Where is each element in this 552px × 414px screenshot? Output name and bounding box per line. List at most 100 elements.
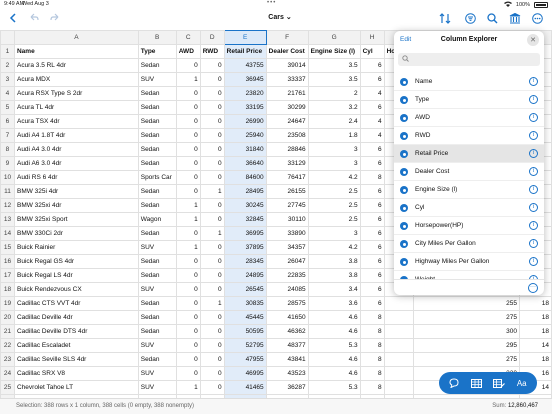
cell-engine-size[interactable]: 3.8 <box>307 268 361 283</box>
cell-type[interactable]: Sedan <box>137 310 177 325</box>
cell-dealer-cost[interactable]: 36287 <box>265 380 309 395</box>
visibility-eye-icon[interactable] <box>400 204 408 212</box>
cell-blank[interactable] <box>383 310 415 325</box>
cell-cyl[interactable]: 4 <box>359 128 385 143</box>
cell-cyl[interactable]: 6 <box>359 296 385 311</box>
column-explorer-item[interactable]: Cyl i <box>394 199 544 217</box>
cell-retail-price[interactable]: 46995 <box>223 366 267 381</box>
cell-blank[interactable] <box>383 352 415 367</box>
cell-dealer-cost[interactable]: 28575 <box>265 296 309 311</box>
cell-awd[interactable]: 1 <box>175 380 201 395</box>
cell-retail-price[interactable]: 41465 <box>223 380 267 395</box>
column-letter[interactable]: A <box>13 30 139 45</box>
info-icon[interactable]: i <box>529 95 538 104</box>
cell-name[interactable]: Acura RSX Type S 2dr <box>13 86 139 101</box>
column-search-input[interactable] <box>412 54 532 65</box>
cell-retail-price[interactable]: 50595 <box>223 324 267 339</box>
cell-horsepower[interactable]: 275 <box>413 352 521 367</box>
cell-awd[interactable]: 0 <box>175 254 201 269</box>
cell-name[interactable]: Acura MDX <box>13 72 139 87</box>
cell-name[interactable]: Chevrolet Tahoe LT <box>13 380 139 395</box>
cell-engine-size[interactable]: 1.8 <box>307 128 361 143</box>
cell-type[interactable]: SUV <box>137 380 177 395</box>
cell-dealer-cost[interactable]: 23508 <box>265 128 309 143</box>
cell-awd[interactable]: 1 <box>175 212 201 227</box>
cell-horsepower[interactable]: 295 <box>413 338 521 353</box>
cell-engine-size[interactable]: 4.6 <box>307 310 361 325</box>
cell-dealer-cost[interactable]: 33337 <box>265 72 309 87</box>
cell-blank[interactable] <box>383 296 415 311</box>
cell-horsepower[interactable]: 275 <box>413 310 521 325</box>
cell-retail-price[interactable]: 36945 <box>223 72 267 87</box>
undo-icon[interactable] <box>27 11 41 25</box>
cell-engine-size[interactable]: 4.2 <box>307 170 361 185</box>
column-explorer-item[interactable]: Name i <box>394 73 544 91</box>
cell-rwd[interactable]: 0 <box>199 380 225 395</box>
cell-engine-size[interactable]: 4.6 <box>307 352 361 367</box>
info-icon[interactable]: i <box>529 167 538 176</box>
more-icon[interactable]: ··· <box>528 283 538 293</box>
cell-blank[interactable] <box>383 324 415 339</box>
cell-engine-size[interactable]: 4.6 <box>307 324 361 339</box>
visibility-eye-icon[interactable] <box>400 150 408 158</box>
column-explorer-item[interactable]: Weighti <box>394 271 544 279</box>
cell-awd[interactable]: 0 <box>175 366 201 381</box>
cell-name[interactable]: Acura TSX 4dr <box>13 114 139 129</box>
cell-cyl[interactable]: 6 <box>359 226 385 241</box>
cell-name[interactable]: Cadillac Deville 4dr <box>13 310 139 325</box>
cell-blank[interactable] <box>383 338 415 353</box>
cell-dealer-cost[interactable]: 27745 <box>265 198 309 213</box>
column-explorer-item[interactable]: Type i <box>394 91 544 109</box>
cell-name[interactable]: Cadillac CTS VVT 4dr <box>13 296 139 311</box>
cell-next[interactable]: 18 <box>519 324 552 339</box>
cell-rwd[interactable]: 0 <box>199 282 225 297</box>
cell-cyl[interactable]: 6 <box>359 268 385 283</box>
cell-engine-size[interactable]: 3.8 <box>307 254 361 269</box>
cell-name[interactable]: Audi A6 3.0 4dr <box>13 156 139 171</box>
cell-engine-size[interactable]: 2.4 <box>307 114 361 129</box>
header-cell[interactable]: Engine Size (l) <box>307 44 361 59</box>
cell-type[interactable]: Sedan <box>137 184 177 199</box>
cell-name[interactable]: Audi RS 6 4dr <box>13 170 139 185</box>
visibility-eye-icon[interactable] <box>400 240 408 248</box>
header-cell[interactable]: Name <box>13 44 139 59</box>
row-number[interactable]: 25 <box>0 380 15 395</box>
row-number[interactable]: 21 <box>0 324 15 339</box>
row-number[interactable]: 14 <box>0 226 15 241</box>
cell-name[interactable]: Buick Regal GS 4dr <box>13 254 139 269</box>
cell-engine-size[interactable]: 4.2 <box>307 240 361 255</box>
cell-cyl[interactable]: 6 <box>359 198 385 213</box>
header-cell[interactable]: RWD <box>199 44 225 59</box>
cell-retail-price[interactable]: 25940 <box>223 128 267 143</box>
cell-retail-price[interactable]: 36995 <box>223 226 267 241</box>
cell-type[interactable]: Sedan <box>137 268 177 283</box>
row-number[interactable]: 1 <box>0 44 15 59</box>
cell-type[interactable]: SUV <box>137 338 177 353</box>
column-explorer-item[interactable]: AWD i <box>394 109 544 127</box>
cell-retail-price[interactable]: 32845 <box>223 212 267 227</box>
cell-type[interactable]: Sedan <box>137 254 177 269</box>
cell-type[interactable]: Sedan <box>137 142 177 157</box>
row-number[interactable]: 7 <box>0 128 15 143</box>
info-icon[interactable]: i <box>529 239 538 248</box>
cell-name[interactable]: Buick Rendezvous CX <box>13 282 139 297</box>
row-number[interactable]: 4 <box>0 86 15 101</box>
cell-name[interactable]: Cadillac SRX V8 <box>13 366 139 381</box>
cell-cyl[interactable]: 6 <box>359 212 385 227</box>
cell-type[interactable]: Sedan <box>137 198 177 213</box>
cell-type[interactable]: Sedan <box>137 86 177 101</box>
column-explorer-item[interactable]: Dealer Cost i <box>394 163 544 181</box>
cell-dealer-cost[interactable]: 30299 <box>265 100 309 115</box>
document-title[interactable]: Cars ⌄ <box>250 13 310 21</box>
cell-name[interactable]: BMW 325xi Sport <box>13 212 139 227</box>
cell-engine-size[interactable]: 3.2 <box>307 100 361 115</box>
column-explorer-item[interactable]: Retail Price i <box>394 145 544 163</box>
cell-cyl[interactable]: 6 <box>359 254 385 269</box>
cell-dealer-cost[interactable]: 21761 <box>265 86 309 101</box>
cell-awd[interactable]: 0 <box>175 156 201 171</box>
close-icon[interactable]: ✕ <box>527 34 539 46</box>
cell-retail-price[interactable]: 23820 <box>223 86 267 101</box>
column-letter[interactable]: D <box>199 30 225 45</box>
cell-cyl[interactable]: 6 <box>359 100 385 115</box>
column-letter[interactable]: B <box>137 30 177 45</box>
